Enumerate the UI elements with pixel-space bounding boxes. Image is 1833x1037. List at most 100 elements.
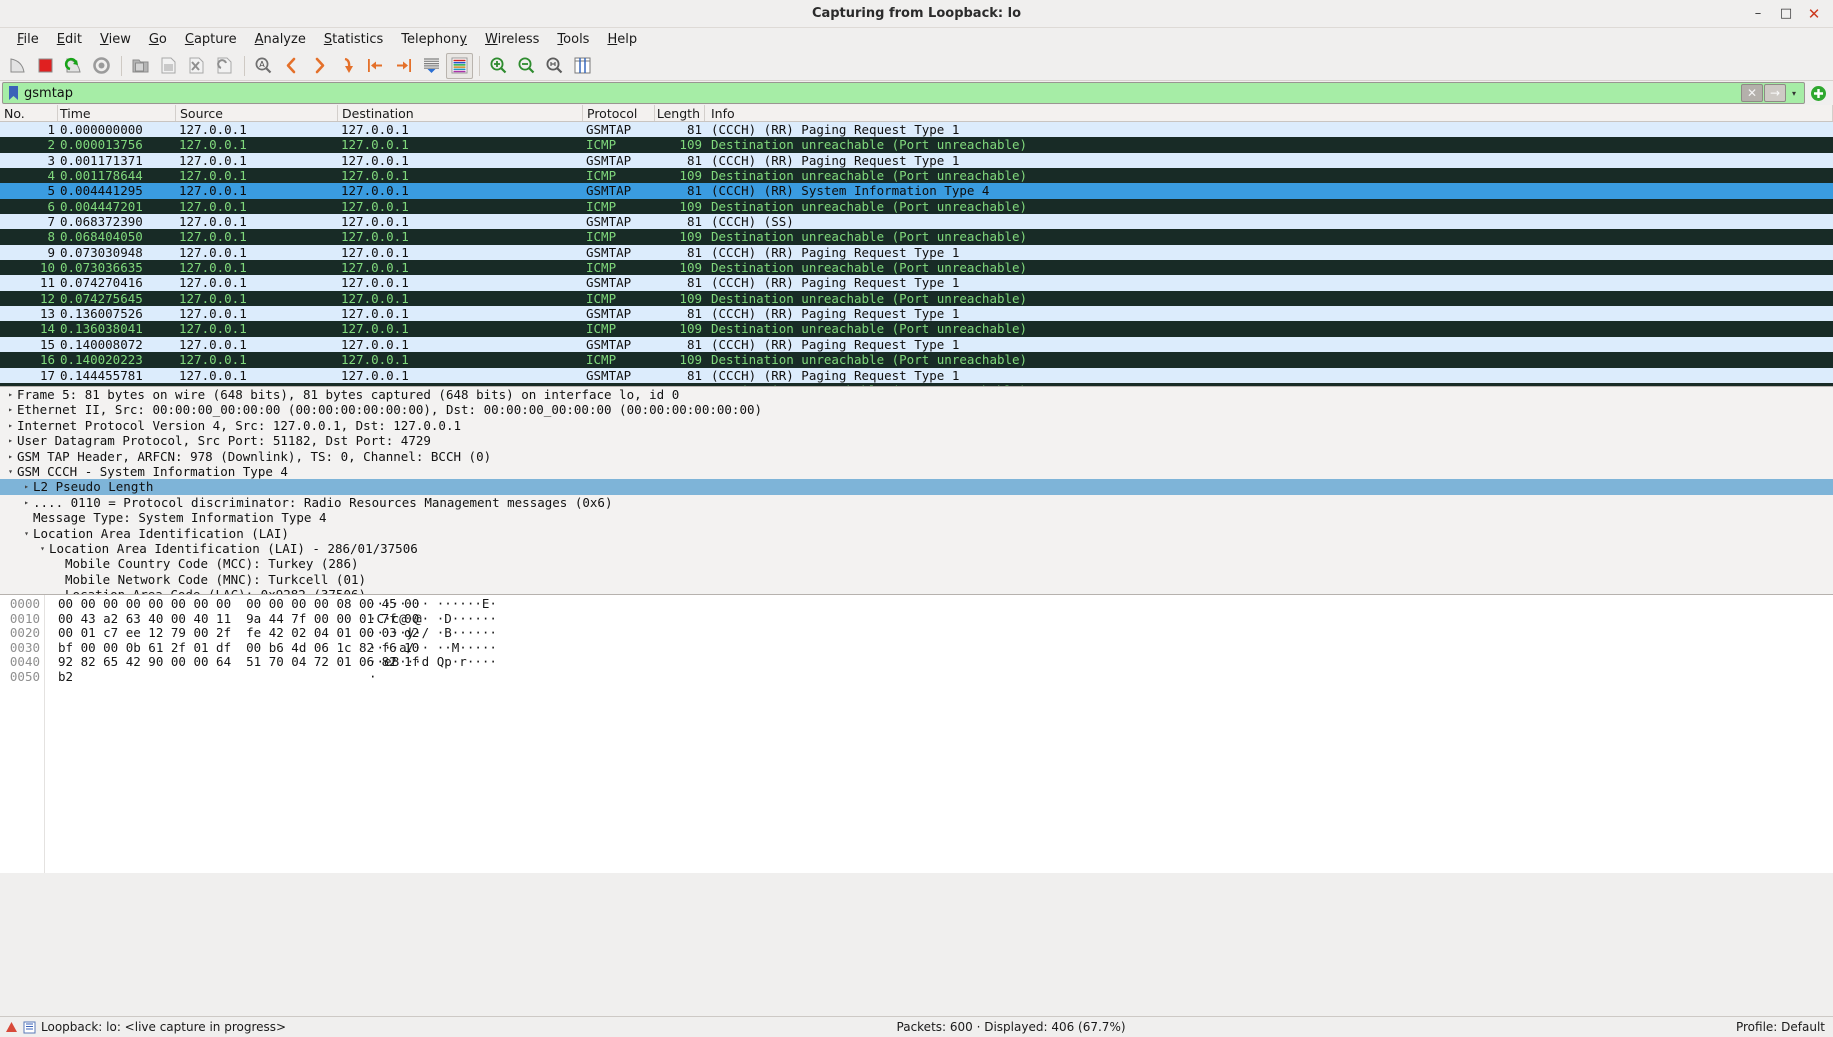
go-to-packet-icon[interactable] (334, 53, 361, 79)
detail-tree-row[interactable]: Mobile Country Code (MCC): Turkey (286) (0, 556, 1833, 571)
packet-list-body[interactable]: 1 0.000000000 127.0.0.1 127.0.0.1 GSMTAP 81 (C… (0, 122, 1833, 386)
auto-scroll-icon[interactable] (418, 53, 445, 79)
reload-file-icon[interactable] (211, 53, 238, 79)
resize-columns-icon[interactable] (569, 53, 596, 79)
detail-tree-row[interactable]: ▸ User Datagram Protocol, Src Port: 51182… (0, 433, 1833, 448)
packet-row[interactable]: 13 0.136007526 127.0.0.1 127.0.0.1 GSMTAP 81 (… (0, 306, 1833, 322)
packet-row[interactable]: 7 0.068372390 127.0.0.1 127.0.0.1 GSMTAP 81 (C… (0, 214, 1833, 230)
hex-ascii[interactable]: ····a/·· ··M····· (369, 640, 497, 656)
hex-row[interactable]: 0050 b2 · (0, 669, 1833, 685)
zoom-reset-icon[interactable] (541, 53, 568, 79)
detail-tree-row[interactable]: ▸ Frame 5: 81 bytes on wire (648 bits), 8… (0, 387, 1833, 402)
chevron-down-icon[interactable]: ▾ (1786, 89, 1802, 98)
detail-tree-row[interactable]: ▸ GSM TAP Header, ARFCN: 978 (Downlink), … (0, 449, 1833, 464)
chevron-right-icon[interactable]: ▸ (20, 495, 33, 510)
zoom-in-icon[interactable] (485, 53, 512, 79)
hex-ascii[interactable]: ··eB···d Qp·r···· (369, 655, 497, 670)
menu-tools[interactable]: Tools (548, 30, 598, 49)
hex-row[interactable]: 0030 bf 00 00 0b 61 2f 01 df 00 b6 4d 06 … (0, 640, 1833, 656)
menu-file[interactable]: FFileile (8, 30, 48, 49)
menu-help[interactable]: Help (598, 30, 646, 49)
packet-row[interactable]: 17 0.144455781 127.0.0.1 127.0.0.1 GSMTAP 81 (… (0, 367, 1833, 383)
menu-telephony[interactable]: Telephony (392, 30, 476, 49)
packet-bytes-body[interactable]: 0000 00 00 00 00 00 00 00 00 00 00 00 00 … (0, 596, 1833, 685)
chevron-down-icon[interactable]: ▾ (36, 541, 49, 556)
column-header-protocol[interactable]: Protocol (583, 105, 655, 121)
packet-row[interactable]: 5 0.004441295 127.0.0.1 127.0.0.1 GSMTAP 81 (C… (0, 183, 1833, 199)
hex-row[interactable]: 0010 00 43 a2 63 40 00 40 11 9a 44 7f 00 … (0, 611, 1833, 627)
go-to-first-icon[interactable] (362, 53, 389, 79)
chevron-down-icon[interactable]: ▾ (4, 464, 17, 479)
detail-tree-row[interactable]: ▸.... 0110 = Protocol discriminator: Rad… (0, 495, 1833, 510)
packet-row[interactable]: 14 0.136038041 127.0.0.1 127.0.0.1 ICMP 109 De… (0, 321, 1833, 337)
chevron-right-icon[interactable]: ▸ (4, 449, 17, 464)
save-file-icon[interactable] (155, 53, 182, 79)
packet-row[interactable]: 3 0.001171371 127.0.0.1 127.0.0.1 GSMTAP 81 (C… (0, 152, 1833, 169)
packet-row[interactable]: 1 0.000000000 127.0.0.1 127.0.0.1 GSMTAP 81 (C… (0, 122, 1833, 138)
filter-text[interactable]: gsmtap (24, 86, 1740, 101)
packet-row[interactable]: 16 0.140020223 127.0.0.1 127.0.0.1 ICMP 109 De… (0, 352, 1833, 368)
packet-row[interactable]: 4 0.001178644 127.0.0.1 127.0.0.1 ICMP 109 Des… (0, 168, 1833, 184)
column-header-info[interactable]: Info (705, 105, 1833, 121)
menu-analyze[interactable]: Analyze (246, 30, 315, 49)
detail-tree-row[interactable]: ▸ L2 Pseudo Length (0, 479, 1833, 495)
hex-row[interactable]: 0000 00 00 00 00 00 00 00 00 00 00 00 00 … (0, 596, 1833, 612)
chevron-right-icon[interactable]: ▸ (4, 433, 17, 448)
open-file-icon[interactable] (127, 53, 154, 79)
packet-bytes-pane[interactable]: 0000 00 00 00 00 00 00 00 00 00 00 00 00 … (0, 595, 1833, 873)
hex-ascii[interactable]: ········ ······E· (369, 596, 497, 612)
packet-details-pane[interactable]: ▸ Frame 5: 81 bytes on wire (648 bits), 8… (0, 387, 1833, 595)
capture-options-icon[interactable] (88, 53, 115, 79)
go-back-icon[interactable] (278, 53, 305, 79)
hex-bytes[interactable]: bf 00 00 0b 61 2f 01 df 00 b6 4d 06 1c 8… (44, 640, 419, 656)
close-icon[interactable]: ✕ (1801, 3, 1827, 25)
packet-row[interactable]: 8 0.068404050 127.0.0.1 127.0.0.1 ICMP 109 Des… (0, 229, 1833, 245)
start-capture-icon[interactable] (4, 53, 31, 79)
detail-tree-row[interactable]: Location Area Code (LAC): 0x9282 (37506) (0, 587, 1833, 594)
display-filter-input[interactable]: gsmtap ✕ → ▾ (2, 82, 1805, 104)
packet-details-tree[interactable]: ▸ Frame 5: 81 bytes on wire (648 bits), 8… (0, 387, 1833, 594)
zoom-out-icon[interactable] (513, 53, 540, 79)
restart-capture-icon[interactable] (60, 53, 87, 79)
hex-bytes[interactable]: 92 82 65 42 90 00 00 64 51 70 04 72 01 0… (44, 655, 419, 670)
capture-file-properties-icon[interactable] (23, 1021, 36, 1034)
detail-tree-row[interactable]: ▾ Location Area Identification (LAI) - 28… (0, 541, 1833, 556)
packet-row[interactable]: 10 0.073036635 127.0.0.1 127.0.0.1 ICMP 109 De… (0, 260, 1833, 276)
detail-tree-row[interactable]: Mobile Network Code (MNC): Turkcell (01) (0, 572, 1833, 587)
detail-tree-row[interactable]: Message Type: System Information Type 4 (0, 510, 1833, 525)
packet-row[interactable]: 15 0.140008072 127.0.0.1 127.0.0.1 GSMTAP 81 (… (0, 336, 1833, 353)
go-forward-icon[interactable] (306, 53, 333, 79)
bookmark-icon[interactable] (7, 85, 20, 101)
menu-capture[interactable]: Capture (176, 30, 246, 49)
menu-statistics[interactable]: Statistics (315, 30, 392, 49)
go-to-last-icon[interactable] (390, 53, 417, 79)
hex-bytes[interactable]: 00 00 00 00 00 00 00 00 00 00 00 00 08 0… (44, 596, 419, 612)
hex-bytes[interactable]: 00 43 a2 63 40 00 40 11 9a 44 7f 00 00 0… (44, 611, 419, 627)
detail-tree-row[interactable]: ▾ GSM CCCH - System Information Type 4 (0, 464, 1833, 479)
detail-tree-row[interactable]: ▾ Location Area Identification (LAI) (0, 526, 1833, 541)
column-header-source[interactable]: Source (176, 105, 338, 121)
packet-row[interactable]: 9 0.073030948 127.0.0.1 127.0.0.1 GSMTAP 81 (C… (0, 244, 1833, 261)
close-file-icon[interactable] (183, 53, 210, 79)
menu-edit[interactable]: Edit (48, 30, 91, 49)
minimize-icon[interactable]: – (1745, 3, 1771, 25)
hex-bytes[interactable]: 00 01 c7 ee 12 79 00 2f fe 42 02 04 01 0… (44, 626, 419, 641)
menu-wireless[interactable]: Wireless (476, 30, 548, 49)
find-packet-icon[interactable]: A (250, 53, 277, 79)
hex-row[interactable]: 0040 92 82 65 42 90 00 00 64 51 70 04 72 … (0, 655, 1833, 670)
expert-info-icon[interactable] (5, 1021, 18, 1034)
packet-row[interactable]: 6 0.004447201 127.0.0.1 127.0.0.1 ICMP 109 Des… (0, 198, 1833, 215)
column-header-time[interactable]: Time (58, 105, 176, 121)
chevron-right-icon[interactable]: ▸ (20, 479, 33, 494)
hex-bytes[interactable]: b2 (44, 669, 369, 685)
chevron-down-icon[interactable]: ▾ (20, 526, 33, 541)
maximize-icon[interactable]: □ (1773, 3, 1799, 25)
hex-ascii[interactable]: ·C·c@·@· ·D······ (369, 611, 497, 627)
packet-row[interactable]: 2 0.000013756 127.0.0.1 127.0.0.1 ICMP 109 Des… (0, 137, 1833, 153)
chevron-right-icon[interactable]: ▸ (4, 387, 17, 402)
filter-apply-button[interactable]: → (1764, 84, 1786, 102)
column-header-destination[interactable]: Destination (338, 105, 583, 121)
menu-go[interactable]: Go (140, 30, 176, 49)
column-header-length[interactable]: Length (655, 105, 705, 121)
packet-row[interactable]: 12 0.074275645 127.0.0.1 127.0.0.1 ICMP 109 De… (0, 290, 1833, 307)
